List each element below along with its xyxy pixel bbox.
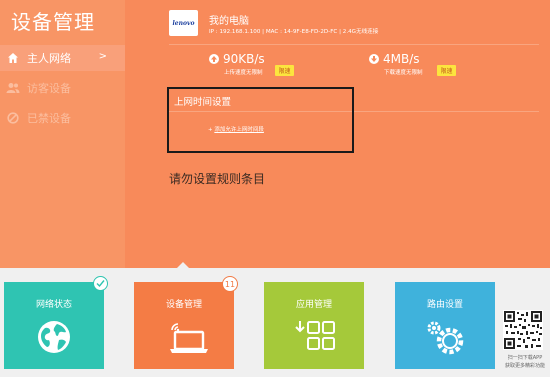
device-info: IP : 192.168.1.100 | MAC : 14-9F-E8-FD-2…: [209, 29, 379, 35]
download-arrow-icon: [369, 54, 379, 64]
tile-label: 应用管理: [295, 300, 332, 310]
sidebar-item-owner-network[interactable]: 主人网络 >: [0, 45, 125, 71]
gear-icon: [395, 319, 495, 357]
download-limit-button[interactable]: 限速: [437, 65, 456, 76]
ban-icon: [6, 111, 20, 125]
upload-speed: 90KB/s: [209, 52, 265, 66]
device-logo: lenovo: [169, 10, 198, 36]
app-title: 设备管理: [11, 10, 95, 34]
device-brand-text: lenovo: [172, 19, 195, 27]
qr-caption: 扫一扫下载APP 获取更多精彩功能: [500, 354, 550, 370]
chevron-right-icon: >: [98, 51, 107, 62]
sidebar-item-blocked-devices[interactable]: 已禁设备: [0, 105, 125, 131]
tile-label: 路由设置: [426, 300, 463, 310]
highlight-box: [167, 87, 354, 153]
qr-caption-text: 扫一扫下载APP 获取更多精彩功能: [504, 355, 545, 369]
empty-rules-message: 请勿设置规则条目: [169, 172, 266, 186]
users-icon: [6, 81, 20, 95]
sidebar-item-guest-devices[interactable]: 访客设备: [0, 75, 125, 101]
tile-device-management[interactable]: 设备管理: [134, 282, 234, 369]
tile-label: 网络状态: [35, 300, 72, 310]
sidebar-item-label: 主人网络: [27, 52, 71, 65]
tile-router-settings[interactable]: 路由设置: [395, 282, 495, 369]
download-speed-value: 4MB/s: [383, 52, 420, 66]
tile-app-management[interactable]: 应用管理: [264, 282, 364, 369]
sidebar-item-label: 访客设备: [27, 82, 71, 95]
home-icon: [6, 51, 20, 65]
sidebar-item-label: 已禁设备: [27, 112, 71, 125]
device-name: 我的电脑: [209, 16, 249, 27]
check-icon: [93, 276, 108, 291]
apps-grid-icon: [264, 319, 364, 357]
download-speed-sub: 下载速度无限制: [384, 70, 423, 76]
divider: [169, 44, 539, 45]
upload-speed-value: 90KB/s: [223, 52, 265, 66]
device-count-badge: 11: [222, 276, 238, 292]
sidebar: 设备管理 主人网络 > 访客设备 已禁设备: [0, 0, 125, 268]
upload-limit-button[interactable]: 限速: [275, 65, 294, 76]
qr-code: [503, 310, 543, 350]
upload-arrow-icon: [209, 54, 219, 64]
tile-label: 设备管理: [165, 300, 202, 310]
upload-speed-sub: 上传速度无限制: [224, 70, 263, 76]
tile-network-status[interactable]: 网络状态: [4, 282, 104, 369]
download-speed: 4MB/s: [369, 52, 420, 66]
globe-icon: [4, 319, 104, 355]
laptop-wifi-icon: [134, 319, 234, 355]
